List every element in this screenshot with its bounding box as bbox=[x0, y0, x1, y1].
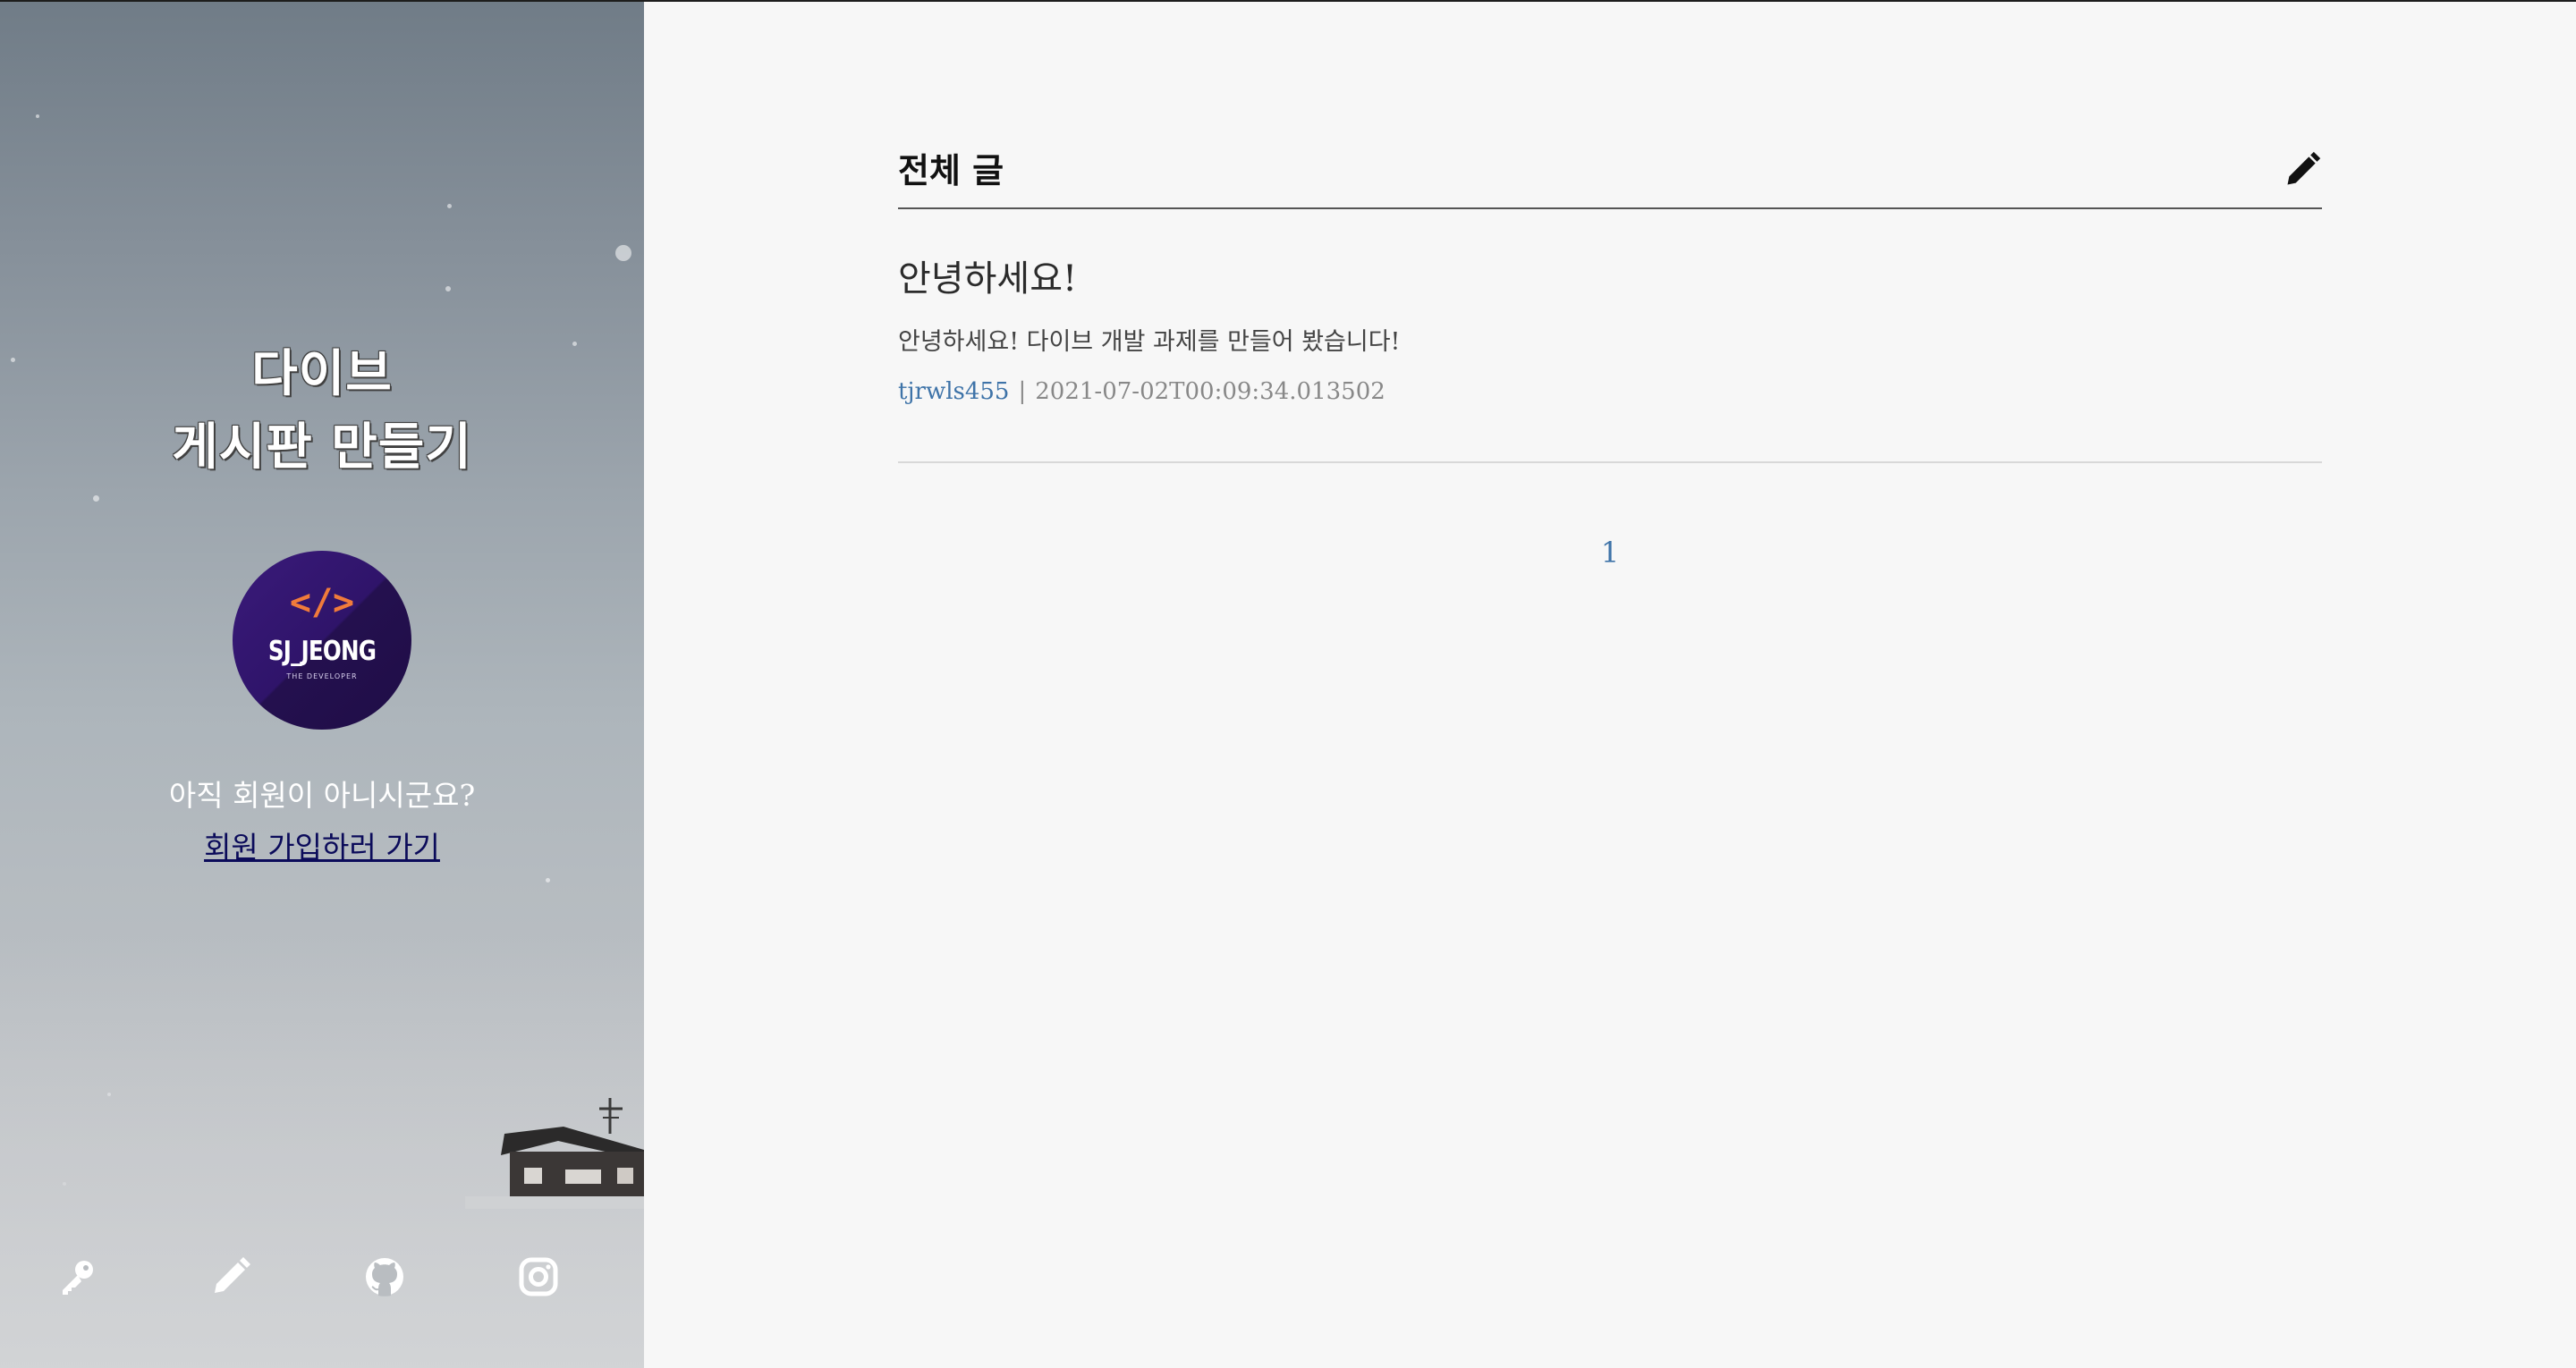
snow-speck bbox=[615, 245, 631, 261]
instagram-icon[interactable] bbox=[517, 1255, 560, 1298]
site-title-line-1: 다이브 bbox=[251, 345, 393, 403]
pagination: 1 bbox=[898, 533, 2322, 572]
snow-speck bbox=[445, 286, 451, 291]
key-icon[interactable] bbox=[55, 1255, 98, 1298]
post-date: 2021-07-02T00:09:34.013502 bbox=[1035, 378, 1385, 405]
board-title: 전체 글 bbox=[898, 151, 1004, 190]
pencil-icon bbox=[2287, 151, 2321, 185]
main-content: 전체 글 안녕하세요! 안녕하세요! 다이브 개발 과제를 만들어 봤습니다! … bbox=[644, 2, 2576, 1368]
post-item[interactable]: 안녕하세요! 안녕하세요! 다이브 개발 과제를 만들어 봤습니다! tjrwl… bbox=[898, 250, 2322, 463]
site-title: 다이브 게시판 만들기 bbox=[0, 338, 644, 485]
post-excerpt: 안녕하세요! 다이브 개발 과제를 만들어 봤습니다! bbox=[898, 328, 1401, 356]
snow-speck bbox=[36, 114, 39, 118]
page: 다이브 게시판 만들기 </> SJ_JEONG THE DEVELOPER 아… bbox=[0, 0, 2576, 1368]
snow-speck bbox=[93, 495, 99, 502]
site-title-line-2: 게시판 만들기 bbox=[172, 418, 472, 477]
signup-question: 아직 회원이 아니시군요? bbox=[168, 778, 476, 813]
cabin-image bbox=[465, 1098, 644, 1209]
post-meta-separator: | bbox=[1018, 378, 1027, 405]
avatar-name: SJ_JEONG bbox=[267, 636, 377, 667]
snow-speck bbox=[447, 204, 452, 208]
signup-link-wrapper: 회원 가입하러 가기 bbox=[0, 826, 644, 869]
page-link-1[interactable]: 1 bbox=[1601, 536, 1619, 570]
post-title[interactable]: 안녕하세요! bbox=[898, 256, 1077, 302]
snow-speck bbox=[546, 878, 550, 882]
github-icon[interactable] bbox=[363, 1255, 406, 1298]
sidebar-icon-bar bbox=[0, 1255, 644, 1313]
avatar-subtitle: THE DEVELOPER bbox=[286, 672, 358, 680]
avatar: </> SJ_JEONG THE DEVELOPER bbox=[233, 551, 411, 730]
pencil-icon[interactable] bbox=[209, 1255, 252, 1298]
sidebar: 다이브 게시판 만들기 </> SJ_JEONG THE DEVELOPER 아… bbox=[0, 2, 644, 1368]
post-meta: tjrwls455 | 2021-07-02T00:09:34.013502 bbox=[898, 376, 1385, 408]
post-author[interactable]: tjrwls455 bbox=[898, 378, 1009, 405]
write-post-button[interactable] bbox=[2283, 150, 2322, 190]
signup-link[interactable]: 회원 가입하러 가기 bbox=[204, 830, 440, 865]
board-header: 전체 글 bbox=[898, 143, 2322, 209]
avatar-code-symbol: </> bbox=[289, 582, 355, 623]
